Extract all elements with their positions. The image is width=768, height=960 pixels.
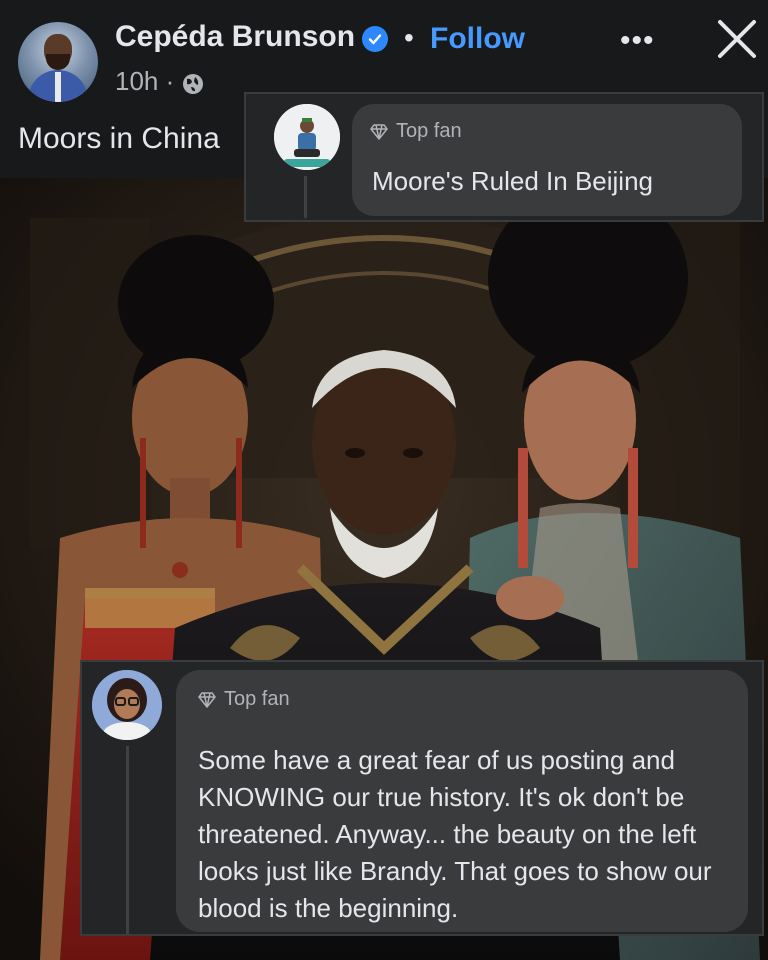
separator-dot: • bbox=[404, 22, 414, 53]
more-options-icon[interactable]: ••• bbox=[620, 24, 655, 58]
comment-bubble[interactable]: Top fan Some have a great fear of us pos… bbox=[176, 670, 748, 932]
top-fan-badge: Top fan bbox=[198, 688, 290, 711]
top-fan-badge: Top fan bbox=[370, 120, 462, 143]
post-viewer: Cepéda Brunson • Follow ••• 10h · Moors … bbox=[0, 0, 768, 960]
comment-bubble[interactable]: Top fan Moore's Ruled In Beijing bbox=[352, 104, 742, 216]
diamond-icon bbox=[198, 691, 216, 708]
thread-line bbox=[126, 746, 129, 934]
comment-text: Moore's Ruled In Beijing bbox=[372, 166, 653, 196]
post-time: 10h · bbox=[115, 66, 175, 96]
top-fan-label: Top fan bbox=[396, 120, 462, 142]
globe-icon bbox=[182, 71, 204, 94]
close-icon[interactable] bbox=[712, 14, 762, 64]
top-fan-label: Top fan bbox=[224, 688, 290, 710]
thread-line bbox=[304, 176, 307, 218]
post-meta: 10h · bbox=[115, 66, 204, 97]
commenter-avatar[interactable] bbox=[92, 670, 162, 740]
comment-overlay: Top fan Some have a great fear of us pos… bbox=[80, 660, 764, 936]
diamond-icon bbox=[370, 123, 388, 140]
comment-overlay: Top fan Moore's Ruled In Beijing bbox=[244, 92, 764, 222]
author-avatar[interactable] bbox=[18, 22, 98, 102]
comment-text: Some have a great fear of us posting and… bbox=[198, 745, 712, 923]
verified-badge-icon bbox=[362, 26, 388, 52]
author-name[interactable]: Cepéda Brunson bbox=[115, 20, 355, 54]
post-caption: Moors in China bbox=[18, 122, 220, 155]
commenter-avatar[interactable] bbox=[274, 104, 340, 170]
follow-button[interactable]: Follow bbox=[430, 22, 525, 56]
